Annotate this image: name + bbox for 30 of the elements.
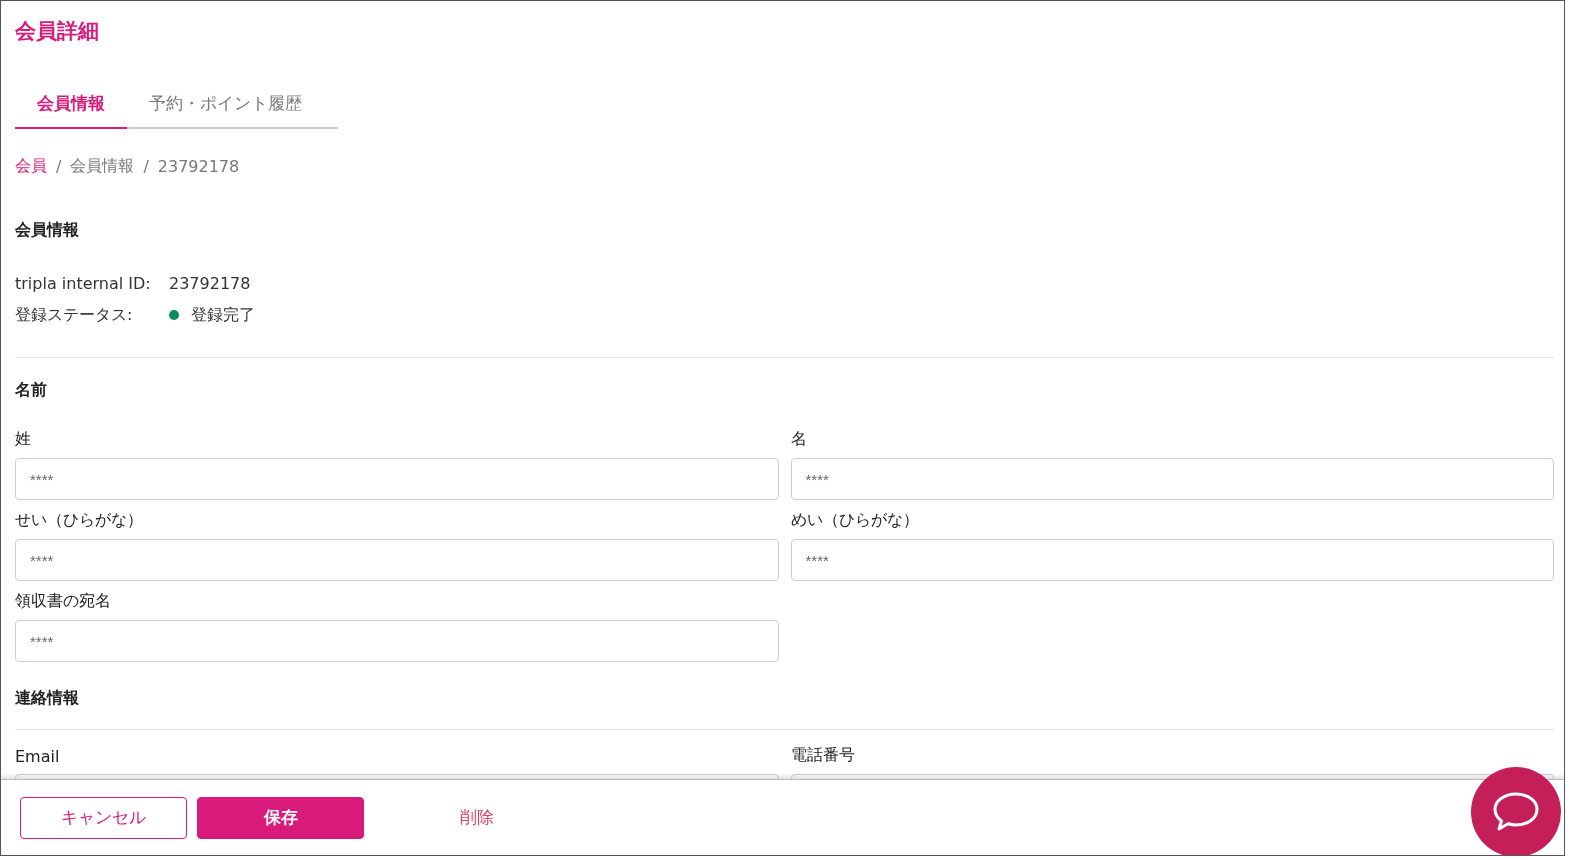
field-label: 名 bbox=[790, 428, 808, 450]
breadcrumb-link[interactable]: 会員 bbox=[15, 156, 47, 177]
section-heading: 会員情報 bbox=[15, 220, 80, 241]
delete-button[interactable]: 削除 bbox=[448, 798, 506, 837]
field-label: 電話番号 bbox=[790, 744, 856, 766]
input-field[interactable]: **** bbox=[15, 620, 779, 662]
field-label: tripla internal ID: bbox=[15, 273, 152, 293]
breadcrumb-item: 会員情報 bbox=[70, 156, 135, 177]
save-button[interactable]: 保存 bbox=[197, 796, 364, 839]
section-heading: 連絡情報 bbox=[15, 688, 80, 709]
tab[interactable]: 予約・ポイント履歴 bbox=[127, 87, 324, 129]
input-field[interactable]: **** bbox=[790, 539, 1554, 581]
cancel-button[interactable]: キャンセル bbox=[20, 796, 187, 839]
field-label: Email bbox=[15, 746, 61, 768]
field-label: 登録ステータス: bbox=[15, 304, 134, 326]
page-title: 会員詳細 bbox=[15, 18, 100, 45]
field-label: せい（ひらがな） bbox=[15, 509, 144, 531]
input-field[interactable]: **** bbox=[15, 539, 779, 581]
field-value: 登録完了 bbox=[191, 304, 255, 326]
field-label: 姓 bbox=[15, 428, 32, 450]
tab[interactable]: 会員情報 bbox=[15, 87, 127, 129]
field-label: 領収書の宛名 bbox=[15, 590, 112, 612]
section-heading: 名前 bbox=[15, 380, 48, 401]
field-value: 23792178 bbox=[169, 273, 251, 293]
breadcrumb-separator: / bbox=[143, 157, 149, 176]
breadcrumb-separator: / bbox=[56, 157, 62, 176]
input-field[interactable]: **** bbox=[790, 458, 1554, 500]
input-field[interactable]: **** bbox=[15, 458, 779, 500]
breadcrumb-item: 23792178 bbox=[157, 157, 240, 176]
field-label: めい（ひらがな） bbox=[790, 509, 920, 531]
